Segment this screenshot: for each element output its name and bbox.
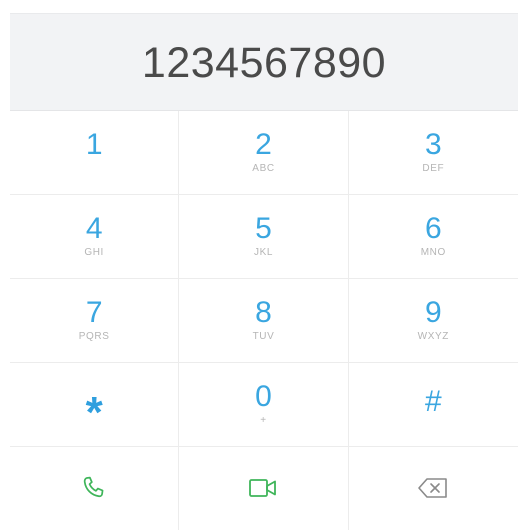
key-9[interactable]: 9 WXYZ	[348, 279, 518, 363]
key-letters: MNO	[420, 247, 446, 258]
key-hash[interactable]: #	[348, 363, 518, 447]
key-digit: 1	[85, 128, 103, 161]
key-8[interactable]: 8 TUV	[179, 279, 349, 363]
call-button[interactable]	[10, 447, 180, 530]
key-digit: 6	[424, 212, 442, 245]
key-letters: DEF	[422, 163, 445, 174]
key-digit: 0	[255, 380, 272, 413]
keypad: 1 2 ABC 3 DEF 4 GHI 5 JKL 6 MNO 7 PQRS 8	[10, 111, 518, 530]
backspace-button[interactable]	[349, 447, 518, 530]
key-digit: 8	[255, 296, 272, 329]
key-letters: WXYZ	[417, 331, 449, 342]
key-4[interactable]: 4 GHI	[10, 195, 180, 279]
key-letters: ABC	[252, 163, 275, 174]
key-5[interactable]: 5 JKL	[179, 195, 349, 279]
key-3[interactable]: 3 DEF	[348, 111, 518, 195]
key-7[interactable]: 7 PQRS	[10, 279, 180, 363]
key-letters: +	[260, 415, 267, 426]
phone-icon	[83, 476, 104, 498]
key-digit: 5	[255, 212, 272, 245]
key-1[interactable]: 1	[10, 111, 180, 195]
key-digit: 2	[255, 128, 272, 161]
video-call-button[interactable]	[179, 447, 349, 530]
key-letters: GHI	[84, 247, 104, 258]
key-2[interactable]: 2 ABC	[179, 111, 349, 195]
key-6[interactable]: 6 MNO	[348, 195, 518, 279]
key-digit: 7	[85, 296, 103, 329]
key-digit: 9	[424, 296, 442, 329]
key-digit: #	[424, 385, 442, 418]
key-star[interactable]: *	[10, 363, 180, 447]
backspace-icon	[418, 478, 448, 498]
phone-dialer: 1234567890 1 2 ABC 3 DEF 4 GHI 5 JKL 6 M…	[10, 0, 518, 530]
dialed-number: 1234567890	[141, 38, 387, 87]
key-letters: PQRS	[78, 331, 110, 342]
key-letters: JKL	[253, 247, 274, 258]
key-digit: *	[85, 388, 103, 437]
number-display: 1234567890	[10, 13, 518, 111]
key-digit: 4	[85, 212, 103, 245]
key-letters: TUV	[252, 331, 275, 342]
key-0[interactable]: 0 +	[179, 363, 349, 447]
video-camera-icon	[249, 479, 277, 497]
key-digit: 3	[424, 128, 442, 161]
